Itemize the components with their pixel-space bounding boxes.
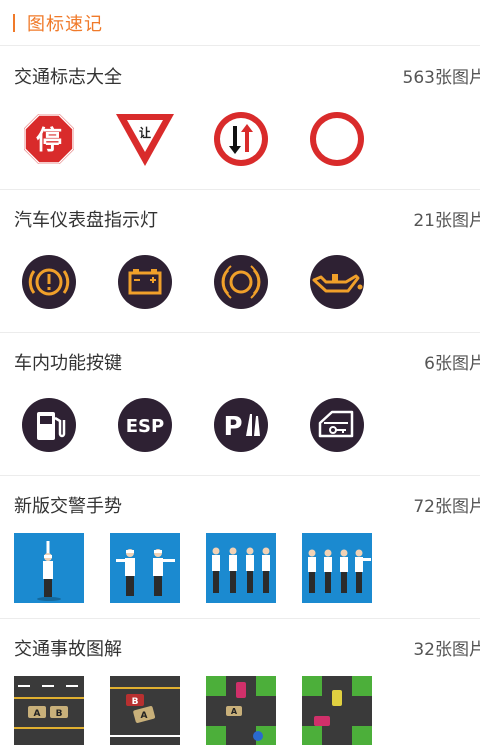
accident-turning-icon[interactable]	[302, 676, 372, 745]
svg-text:A: A	[34, 709, 41, 719]
svg-text:停: 停	[36, 125, 62, 156]
section-count: 6张图片	[424, 354, 480, 374]
svg-text:A: A	[141, 711, 148, 721]
svg-text:B: B	[132, 697, 139, 707]
section-count: 32张图片	[413, 640, 480, 660]
battery-warning-icon[interactable]	[110, 247, 180, 317]
oil-pressure-icon[interactable]	[302, 247, 372, 317]
svg-text:让: 让	[139, 125, 151, 140]
accident-rear-end-icon[interactable]: A B	[14, 676, 84, 745]
section-count: 563张图片	[402, 68, 480, 88]
section-title: 车内功能按键	[14, 353, 122, 374]
section-header: 图标速记	[0, 0, 480, 46]
section-count: 21张图片	[413, 211, 480, 231]
accident-side-collision-icon[interactable]: B A	[110, 676, 180, 745]
stop-sign-icon[interactable]: 停	[14, 104, 84, 174]
police-gesture-slow-icon[interactable]	[302, 533, 372, 603]
section-car-buttons[interactable]: 车内功能按键 6张图片 ESP P	[0, 333, 480, 476]
police-gesture-stop-icon[interactable]	[14, 533, 84, 603]
door-key-icon[interactable]	[302, 390, 372, 460]
header-title: 图标速记	[27, 13, 103, 35]
parking-sensor-icon[interactable]: P	[206, 390, 276, 460]
section-count: 72张图片	[413, 497, 480, 517]
section-police-gestures[interactable]: 新版交警手势 72张图片	[0, 476, 480, 619]
section-dashboard-lights[interactable]: 汽车仪表盘指示灯 21张图片	[0, 190, 480, 333]
yield-sign-icon[interactable]: 让	[110, 104, 180, 174]
tire-pressure-icon[interactable]	[206, 247, 276, 317]
header-accent-bar	[13, 13, 15, 32]
svg-text:P: P	[223, 412, 242, 442]
section-accident-diagrams[interactable]: 交通事故图解 32张图片 A B B A A	[0, 619, 480, 745]
svg-text:ESP: ESP	[126, 416, 164, 437]
section-traffic-signs[interactable]: 交通标志大全 563张图片 停 让	[0, 47, 480, 190]
svg-text:A: A	[231, 707, 238, 716]
no-entry-circle-sign-icon[interactable]	[302, 104, 372, 174]
two-way-traffic-sign-icon[interactable]	[206, 104, 276, 174]
section-title: 汽车仪表盘指示灯	[14, 210, 158, 231]
police-gesture-go-icon[interactable]	[110, 533, 180, 603]
svg-text:B: B	[56, 709, 63, 719]
brake-warning-icon[interactable]	[14, 247, 84, 317]
esp-button-icon[interactable]: ESP	[110, 390, 180, 460]
section-title: 交通标志大全	[14, 67, 122, 88]
section-title: 新版交警手势	[14, 496, 122, 517]
section-title: 交通事故图解	[14, 639, 122, 660]
police-gesture-turn-icon[interactable]	[206, 533, 276, 603]
fuel-cap-icon[interactable]	[14, 390, 84, 460]
accident-intersection-icon[interactable]: A	[206, 676, 276, 745]
